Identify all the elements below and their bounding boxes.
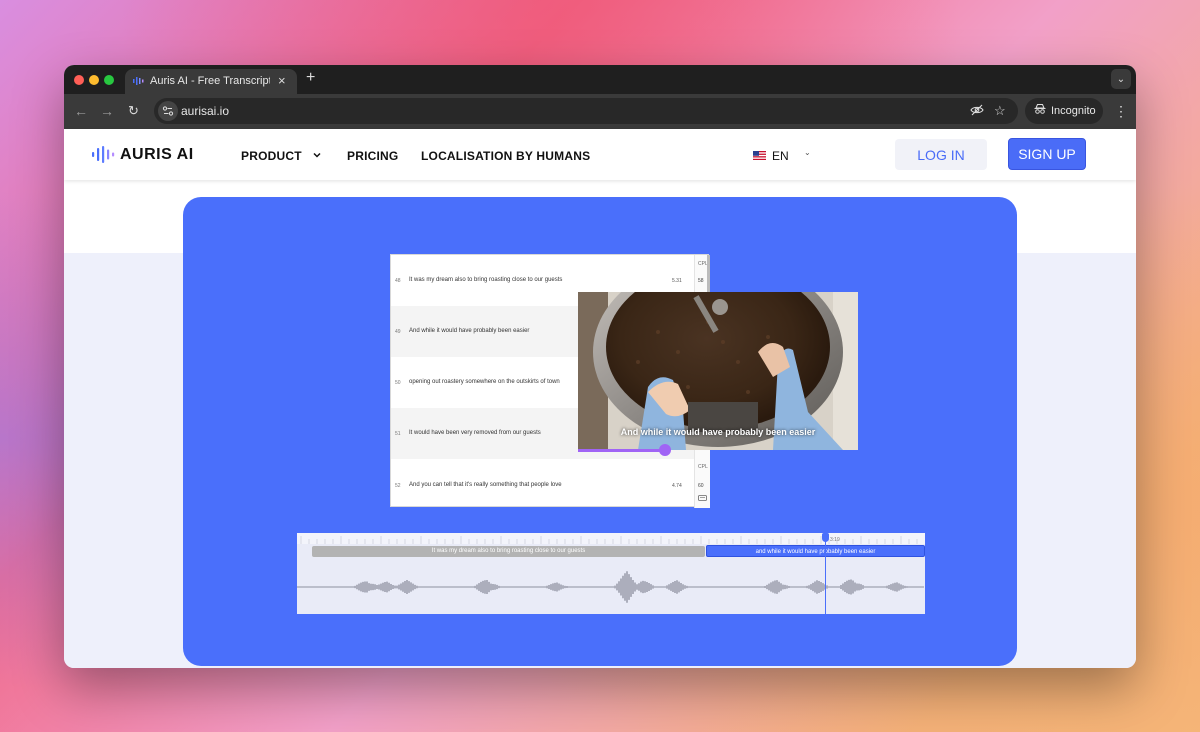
hero-card: 48 It was my dream also to bring roastin… bbox=[183, 197, 1017, 666]
browser-toolbar: ← → ↻ aurisai.io ☆ Incognito ⋮ bbox=[64, 94, 1136, 129]
auris-favicon-icon bbox=[133, 77, 144, 85]
tab-strip: Auris AI - Free Transcription, × + ⌄ bbox=[64, 65, 1136, 94]
close-window-button[interactable] bbox=[74, 75, 84, 85]
browser-tab-active[interactable]: Auris AI - Free Transcription, × bbox=[125, 69, 297, 94]
segment-number: 48 bbox=[395, 278, 401, 284]
segment-number: 49 bbox=[395, 329, 401, 335]
video-progress-bar[interactable] bbox=[578, 444, 858, 456]
tab-close-icon[interactable]: × bbox=[278, 73, 286, 88]
cpl-label: CPL bbox=[698, 464, 708, 470]
segment-duration: 4.74 bbox=[672, 483, 682, 489]
segment-text[interactable]: It was my dream also to bring roasting c… bbox=[409, 277, 562, 283]
minimize-window-button[interactable] bbox=[89, 75, 99, 85]
audio-timeline[interactable]: It was my dream also to bring roasting c… bbox=[297, 533, 925, 614]
tab-search-chevron-icon[interactable]: ⌄ bbox=[1111, 69, 1131, 89]
web-page: AURIS AI PRODUCT PRICING LOCALISATION BY… bbox=[64, 129, 1136, 668]
language-chevron-icon[interactable]: ⌄ bbox=[804, 148, 811, 157]
address-bar[interactable]: aurisai.io ☆ bbox=[154, 98, 1018, 124]
new-tab-button[interactable]: + bbox=[306, 69, 315, 87]
url-text: aurisai.io bbox=[181, 104, 230, 118]
segment-number: 50 bbox=[395, 380, 401, 386]
video-progress-handle[interactable] bbox=[658, 444, 671, 456]
site-info-icon[interactable] bbox=[158, 101, 178, 121]
segment-text[interactable]: It would have been very removed from our… bbox=[409, 430, 541, 436]
login-button[interactable]: LOG IN bbox=[895, 139, 987, 170]
site-header: AURIS AI PRODUCT PRICING LOCALISATION BY… bbox=[64, 129, 1136, 180]
segment-duration: 5.31 bbox=[672, 278, 682, 284]
segment-text[interactable]: And you can tell that it's really someth… bbox=[409, 482, 562, 488]
browser-window: Auris AI - Free Transcription, × + ⌄ ← →… bbox=[64, 65, 1136, 668]
auris-logo-icon[interactable] bbox=[92, 146, 116, 163]
tab-title: Auris AI - Free Transcription, bbox=[150, 75, 270, 87]
signup-button[interactable]: SIGN UP bbox=[1008, 138, 1086, 170]
timeline-playhead[interactable] bbox=[825, 533, 826, 614]
segment-text[interactable]: And while it would have probably been ea… bbox=[409, 328, 529, 334]
segment-text[interactable]: opening out roastery somewhere on the ou… bbox=[409, 379, 560, 385]
reload-icon[interactable]: ↻ bbox=[128, 103, 139, 119]
incognito-icon bbox=[1034, 103, 1046, 118]
cpl-value: 60 bbox=[698, 483, 704, 489]
video-subtitle: And while it would have probably been ea… bbox=[620, 427, 816, 437]
eye-slash-icon[interactable] bbox=[970, 103, 984, 120]
maximize-window-button[interactable] bbox=[104, 75, 114, 85]
playhead-time: 3:19 bbox=[830, 537, 840, 543]
chevron-down-icon[interactable] bbox=[313, 151, 321, 159]
logo-text[interactable]: AURIS AI bbox=[120, 146, 194, 164]
forward-arrow-icon[interactable]: → bbox=[100, 103, 114, 119]
browser-menu-icon[interactable]: ⋮ bbox=[1114, 103, 1128, 120]
editor-scrollbar[interactable] bbox=[707, 255, 710, 295]
comment-icon[interactable] bbox=[698, 495, 707, 502]
nav-pricing[interactable]: PRICING bbox=[347, 149, 398, 163]
incognito-label: Incognito bbox=[1051, 105, 1096, 117]
language-code[interactable]: EN bbox=[772, 149, 789, 163]
playhead-handle-icon[interactable] bbox=[822, 533, 829, 542]
video-preview[interactable]: And while it would have probably been ea… bbox=[578, 292, 858, 450]
video-progress-fill bbox=[578, 449, 665, 452]
segment-number: 52 bbox=[395, 483, 401, 489]
incognito-indicator[interactable]: Incognito bbox=[1025, 98, 1103, 124]
us-flag-icon[interactable] bbox=[753, 151, 766, 160]
audio-waveform bbox=[297, 571, 924, 603]
bookmark-star-icon[interactable]: ☆ bbox=[994, 103, 1006, 119]
timeline-segment-b[interactable]: and while it would have probably been ea… bbox=[706, 545, 925, 557]
segment-number: 51 bbox=[395, 431, 401, 437]
timeline-segment-a[interactable]: It was my dream also to bring roasting c… bbox=[312, 546, 705, 557]
back-arrow-icon[interactable]: ← bbox=[74, 103, 88, 119]
nav-product[interactable]: PRODUCT bbox=[241, 149, 302, 163]
nav-localisation[interactable]: LOCALISATION BY HUMANS bbox=[421, 149, 590, 163]
segment-row-52[interactable]: 52 And you can tell that it's really som… bbox=[391, 459, 694, 510]
cpl-value: 58 bbox=[698, 278, 704, 284]
